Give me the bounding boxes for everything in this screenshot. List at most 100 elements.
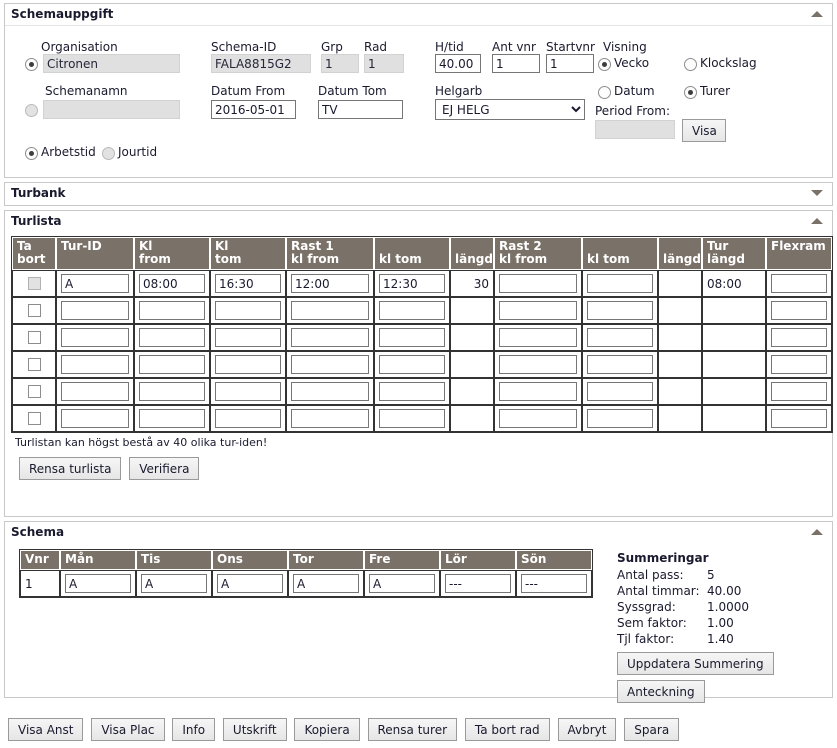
- triangle-up-icon[interactable]: [811, 218, 823, 224]
- rast2-tom-input[interactable]: [587, 328, 653, 347]
- rast2-from-input[interactable]: [499, 301, 577, 320]
- ta-bort-checkbox[interactable]: [27, 276, 41, 290]
- kl-tom-input[interactable]: [215, 409, 281, 428]
- visning-turer-radio[interactable]: [684, 86, 697, 99]
- organisation-input[interactable]: [43, 54, 180, 73]
- spara-button[interactable]: Spara: [624, 718, 680, 741]
- rast2-from-input[interactable]: [499, 409, 577, 428]
- anteckning-button[interactable]: Anteckning: [617, 680, 705, 703]
- kopiera-button[interactable]: Kopiera: [294, 718, 360, 741]
- rast2-tom-input[interactable]: [587, 382, 653, 401]
- visa-anst-button[interactable]: Visa Anst: [8, 718, 84, 741]
- verifiera-button[interactable]: Verifiera: [129, 457, 200, 480]
- schemanamn-input[interactable]: [43, 100, 180, 119]
- panel-turbank-header[interactable]: Turbank: [5, 183, 832, 204]
- ta-bort-rad-button[interactable]: Ta bort rad: [464, 718, 550, 741]
- flexram-input[interactable]: [771, 328, 827, 347]
- lor-input[interactable]: [445, 574, 511, 593]
- flexram-input[interactable]: [771, 409, 827, 428]
- man-input[interactable]: [65, 574, 131, 593]
- organisation-radio[interactable]: [25, 58, 38, 71]
- datum-tom-input[interactable]: [318, 100, 403, 119]
- info-button[interactable]: Info: [172, 718, 216, 741]
- tis-input[interactable]: [141, 574, 207, 593]
- rast1-tom-input[interactable]: [379, 382, 445, 401]
- rast2-from-input[interactable]: [499, 355, 577, 374]
- kl-tom-input[interactable]: [215, 382, 281, 401]
- jourtid-radio[interactable]: [102, 147, 115, 160]
- visa-plac-button[interactable]: Visa Plac: [91, 718, 165, 741]
- rast2-tom-input[interactable]: [587, 355, 653, 374]
- rast2-from-input[interactable]: [499, 328, 577, 347]
- tor-input[interactable]: [293, 574, 359, 593]
- kl-from-input[interactable]: [139, 328, 205, 347]
- rast2-tom-input[interactable]: [587, 301, 653, 320]
- kl-from-input[interactable]: [139, 382, 205, 401]
- rensa-turer-button[interactable]: Rensa turer: [367, 718, 458, 741]
- rast1-from-input[interactable]: [291, 355, 369, 374]
- arbetstid-radio[interactable]: [25, 147, 38, 160]
- triangle-up-icon[interactable]: [811, 529, 823, 535]
- kl-tom-input[interactable]: [215, 301, 281, 320]
- utskrift-button[interactable]: Utskrift: [222, 718, 287, 741]
- visa-button[interactable]: Visa: [682, 119, 726, 142]
- rast1-tom-input[interactable]: [379, 328, 445, 347]
- rast2-from-input[interactable]: [499, 274, 577, 293]
- visning-datum-radio[interactable]: [598, 86, 611, 99]
- kl-tom-input[interactable]: [215, 328, 281, 347]
- rast1-tom-input[interactable]: [379, 301, 445, 320]
- datum-from-input[interactable]: [211, 100, 296, 119]
- rast1-from-input[interactable]: [291, 274, 369, 293]
- kl-from-input[interactable]: [139, 274, 205, 293]
- visning-vecko-radio[interactable]: [598, 58, 611, 71]
- tur-id-input[interactable]: [61, 301, 129, 320]
- htid-input[interactable]: [435, 54, 481, 73]
- ons-input[interactable]: [217, 574, 283, 593]
- flexram-input[interactable]: [771, 274, 827, 293]
- tur-id-input[interactable]: [61, 409, 129, 428]
- kl-tom-input[interactable]: [215, 274, 281, 293]
- ta-bort-checkbox[interactable]: [27, 303, 41, 317]
- rast1-tom-input[interactable]: [379, 274, 445, 293]
- grp-input[interactable]: [321, 54, 359, 73]
- triangle-up-icon[interactable]: [811, 11, 823, 17]
- tur-id-input[interactable]: [61, 382, 129, 401]
- ta-bort-checkbox[interactable]: [27, 411, 41, 425]
- rast1-from-input[interactable]: [291, 382, 369, 401]
- rensa-turlista-button[interactable]: Rensa turlista: [19, 457, 122, 480]
- rad-input[interactable]: [364, 54, 404, 73]
- rast1-tom-input[interactable]: [379, 409, 445, 428]
- fre-input[interactable]: [369, 574, 435, 593]
- rast1-from-input[interactable]: [291, 328, 369, 347]
- triangle-down-icon[interactable]: [811, 190, 823, 196]
- rast2-tom-input[interactable]: [587, 274, 653, 293]
- visning-klockslag-radio[interactable]: [684, 58, 697, 71]
- son-input[interactable]: [521, 574, 587, 593]
- rast1-from-input[interactable]: [291, 409, 369, 428]
- panel-schema-header[interactable]: Schema: [5, 522, 832, 543]
- flexram-input[interactable]: [771, 355, 827, 374]
- uppdatera-summering-button[interactable]: Uppdatera Summering: [617, 652, 774, 675]
- kl-from-input[interactable]: [139, 409, 205, 428]
- flexram-input[interactable]: [771, 301, 827, 320]
- rast2-from-input[interactable]: [499, 382, 577, 401]
- tur-id-input[interactable]: [61, 355, 129, 374]
- period-from-input[interactable]: [595, 120, 675, 139]
- ta-bort-checkbox[interactable]: [27, 357, 41, 371]
- schemanamn-radio[interactable]: [25, 104, 38, 117]
- schema-id-input[interactable]: [211, 54, 311, 73]
- startvnr-input[interactable]: [546, 54, 594, 73]
- kl-tom-input[interactable]: [215, 355, 281, 374]
- panel-schemauppgift-header[interactable]: Schemauppgift: [5, 4, 832, 26]
- rast1-tom-input[interactable]: [379, 355, 445, 374]
- panel-turlista-header[interactable]: Turlista: [5, 211, 832, 232]
- ta-bort-checkbox[interactable]: [27, 330, 41, 344]
- avbryt-button[interactable]: Avbryt: [557, 718, 617, 741]
- ta-bort-checkbox[interactable]: [27, 384, 41, 398]
- flexram-input[interactable]: [771, 382, 827, 401]
- ant-vnr-input[interactable]: [492, 54, 540, 73]
- kl-from-input[interactable]: [139, 301, 205, 320]
- rast2-tom-input[interactable]: [587, 409, 653, 428]
- helgarb-select[interactable]: EJ HELG: [435, 99, 585, 120]
- tur-id-input[interactable]: [61, 328, 129, 347]
